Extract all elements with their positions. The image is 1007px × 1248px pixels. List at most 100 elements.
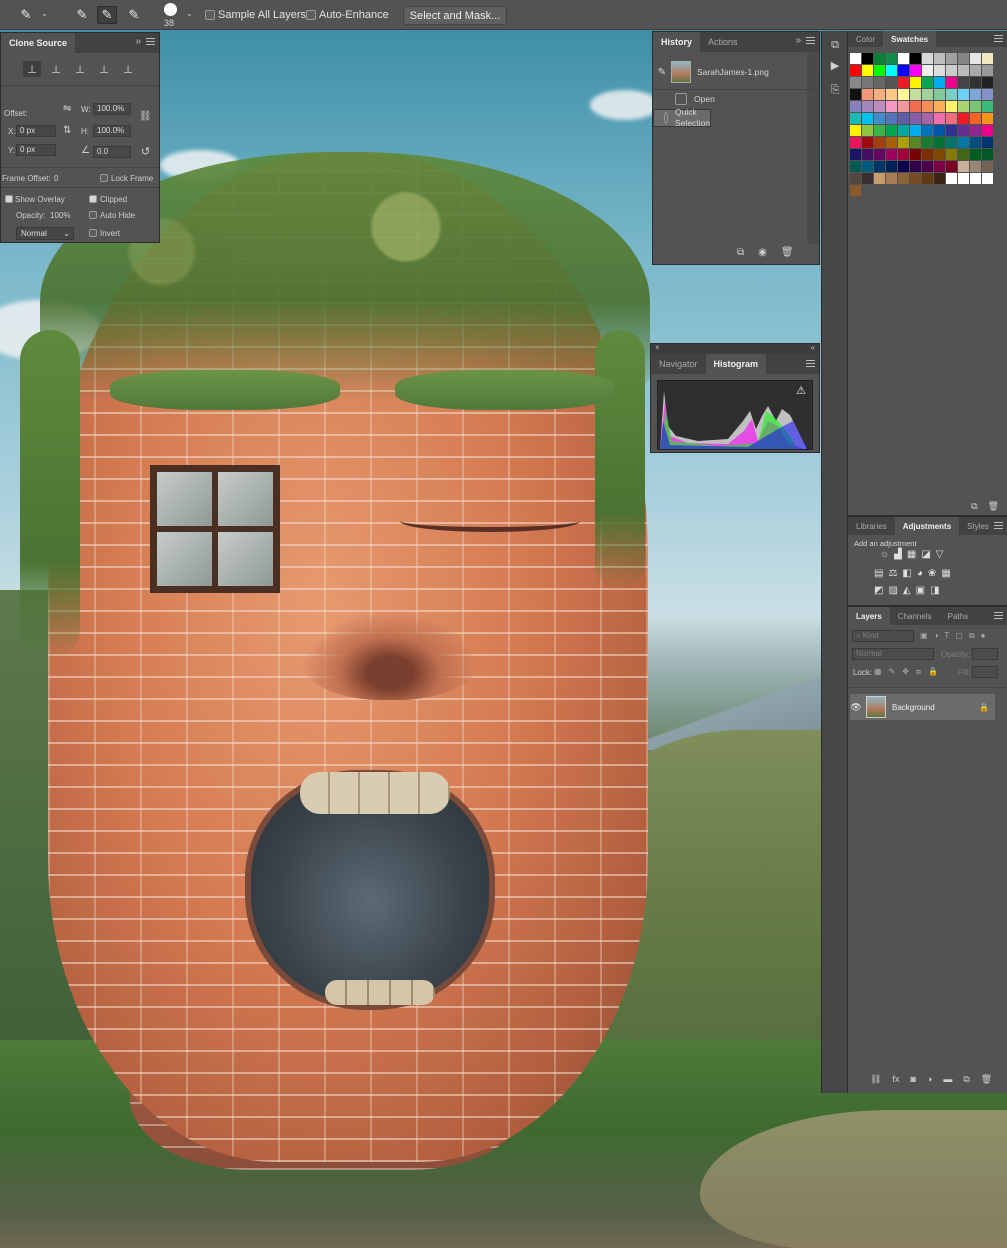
vibrance-icon[interactable]: ▽ xyxy=(936,549,944,560)
trash-icon[interactable]: 🗑 xyxy=(981,1074,992,1085)
tab-history[interactable]: History xyxy=(653,32,701,52)
swatch[interactable] xyxy=(862,53,873,64)
swatch[interactable] xyxy=(874,173,885,184)
swatch[interactable] xyxy=(862,149,873,160)
swatch[interactable] xyxy=(970,65,981,76)
swatch[interactable] xyxy=(946,149,957,160)
swatch[interactable] xyxy=(910,125,921,136)
swatch[interactable] xyxy=(850,101,861,112)
new-layer-icon[interactable]: ⧉ xyxy=(963,1074,969,1085)
swatch[interactable] xyxy=(850,185,861,196)
trash-icon[interactable]: 🗑 xyxy=(988,501,999,512)
tab-color[interactable]: Color xyxy=(848,31,883,47)
y-offset-field[interactable]: 0 px xyxy=(16,144,56,156)
selective-color-icon[interactable]: ◨ xyxy=(930,585,939,596)
swatch[interactable] xyxy=(958,77,969,88)
collapse-icon[interactable]: « xyxy=(811,343,815,352)
swatch[interactable] xyxy=(922,137,933,148)
overlay-blend-mode-select[interactable]: Normal ⌄ xyxy=(16,227,74,240)
swatch[interactable] xyxy=(934,65,945,76)
swatch[interactable] xyxy=(934,137,945,148)
add-mask-icon[interactable]: ◙ xyxy=(910,1074,915,1085)
swatch[interactable] xyxy=(898,161,909,172)
swatch[interactable] xyxy=(922,53,933,64)
swatch[interactable] xyxy=(970,173,981,184)
swatch[interactable] xyxy=(970,77,981,88)
flip-horizontal-icon[interactable]: ⇋ xyxy=(63,103,71,114)
swatch[interactable] xyxy=(874,77,885,88)
swatch[interactable] xyxy=(850,137,861,148)
exposure-icon[interactable]: ◪ xyxy=(921,549,930,560)
swatch[interactable] xyxy=(874,125,885,136)
subtract-from-selection-icon[interactable]: ✎ xyxy=(124,6,144,24)
swatch[interactable] xyxy=(922,89,933,100)
swatch[interactable] xyxy=(874,53,885,64)
clone-source-5-icon[interactable]: ⊥ xyxy=(119,61,137,77)
swatch[interactable] xyxy=(934,89,945,100)
swatch[interactable] xyxy=(850,149,861,160)
adjustment-layer-icon[interactable]: ◑ xyxy=(927,1074,932,1085)
swatch[interactable] xyxy=(982,65,993,76)
swatch[interactable] xyxy=(910,149,921,160)
panel-menu-icon[interactable] xyxy=(806,37,815,45)
swatch[interactable] xyxy=(862,77,873,88)
angle-field[interactable]: 0.0 xyxy=(93,146,131,158)
color-balance-icon[interactable]: ⚖ xyxy=(888,568,897,579)
new-swatch-icon[interactable]: ⧉ xyxy=(971,501,977,512)
swatch[interactable] xyxy=(850,161,861,172)
collapse-icon[interactable]: » xyxy=(135,36,141,47)
swatch[interactable] xyxy=(958,125,969,136)
invert-adjustment-icon[interactable]: ◩ xyxy=(874,585,883,596)
swatch[interactable] xyxy=(850,173,861,184)
fx-icon[interactable]: fx xyxy=(892,1074,899,1085)
swatch[interactable] xyxy=(910,161,921,172)
swatch[interactable] xyxy=(898,89,909,100)
link-icon[interactable]: ⛓ xyxy=(139,111,152,122)
reset-transform-icon[interactable]: ↺ xyxy=(141,145,150,158)
swatch[interactable] xyxy=(898,113,909,124)
swatch[interactable] xyxy=(886,161,897,172)
play-icon[interactable]: ▶ xyxy=(828,58,842,72)
swatch[interactable] xyxy=(958,89,969,100)
layer-blend-mode-select[interactable]: Normal xyxy=(852,648,934,660)
tab-layers[interactable]: Layers xyxy=(848,607,890,625)
swatch[interactable] xyxy=(898,101,909,112)
curves-icon[interactable]: ▦ xyxy=(907,549,916,560)
swatch[interactable] xyxy=(898,173,909,184)
quick-selection-tool-preset-icon[interactable]: ✎ xyxy=(16,6,36,24)
swatch[interactable] xyxy=(886,53,897,64)
swatch[interactable] xyxy=(910,65,921,76)
width-scale-field[interactable]: 100.0% xyxy=(93,103,131,115)
color-lookup-icon[interactable]: ▦ xyxy=(941,568,950,579)
tab-clone-source[interactable]: Clone Source xyxy=(1,33,76,53)
lock-frame-checkbox[interactable] xyxy=(100,174,108,182)
swatch[interactable] xyxy=(934,161,945,172)
swatch[interactable] xyxy=(946,89,957,100)
shape-filter-icon[interactable]: ▢ xyxy=(955,631,963,641)
swatch[interactable] xyxy=(934,101,945,112)
swatch[interactable] xyxy=(922,161,933,172)
filter-toggle-icon[interactable]: ● xyxy=(981,631,986,641)
swatch[interactable] xyxy=(982,125,993,136)
panel-menu-icon[interactable] xyxy=(994,522,1003,530)
swatch[interactable] xyxy=(886,137,897,148)
clone-source-3-icon[interactable]: ⊥ xyxy=(71,61,89,77)
panel-menu-icon[interactable] xyxy=(806,360,815,368)
swatch[interactable] xyxy=(910,89,921,100)
swatch[interactable] xyxy=(874,65,885,76)
swatch[interactable] xyxy=(982,149,993,160)
tab-adjustments[interactable]: Adjustments xyxy=(894,517,960,535)
swatch[interactable] xyxy=(958,173,969,184)
panel-menu-icon[interactable] xyxy=(994,612,1003,620)
brush-picker-chevron-icon[interactable]: ⌄ xyxy=(186,9,193,18)
threshold-icon[interactable]: ◭ xyxy=(903,585,911,596)
show-overlay-checkbox[interactable] xyxy=(5,195,13,203)
layer-opacity-field[interactable] xyxy=(972,648,998,660)
hue-saturation-icon[interactable]: ▤ xyxy=(874,568,883,579)
swatch[interactable] xyxy=(946,113,957,124)
swatch[interactable] xyxy=(862,173,873,184)
swatch[interactable] xyxy=(958,137,969,148)
swatch[interactable] xyxy=(862,161,873,172)
swatch[interactable] xyxy=(946,65,957,76)
swatch[interactable] xyxy=(886,89,897,100)
